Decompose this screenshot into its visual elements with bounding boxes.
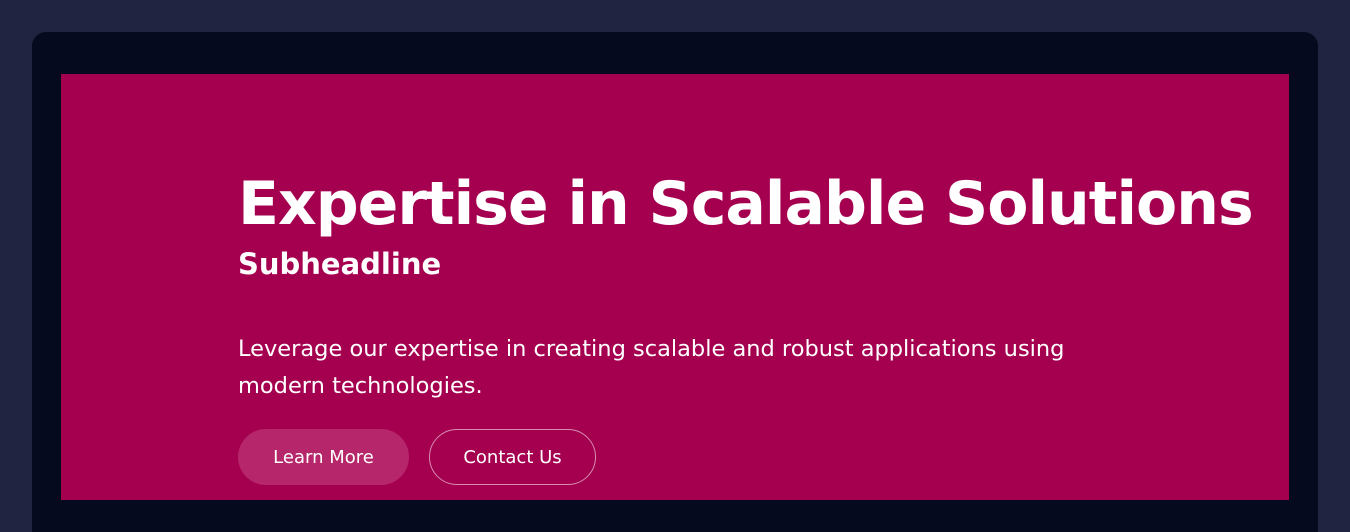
hero-title: Expertise in Scalable Solutions xyxy=(238,169,1254,239)
learn-more-button[interactable]: Learn More xyxy=(238,429,409,485)
hero-content: Expertise in Scalable Solutions Subheadl… xyxy=(238,164,1254,485)
hero-description: Leverage our expertise in creating scala… xyxy=(238,336,1065,399)
hero-section: Expertise in Scalable Solutions Subheadl… xyxy=(61,74,1289,500)
contact-us-button[interactable]: Contact Us xyxy=(429,429,596,485)
hero-actions: Learn More Contact Us xyxy=(238,429,596,485)
hero-subtitle: Subheadline xyxy=(238,247,442,281)
